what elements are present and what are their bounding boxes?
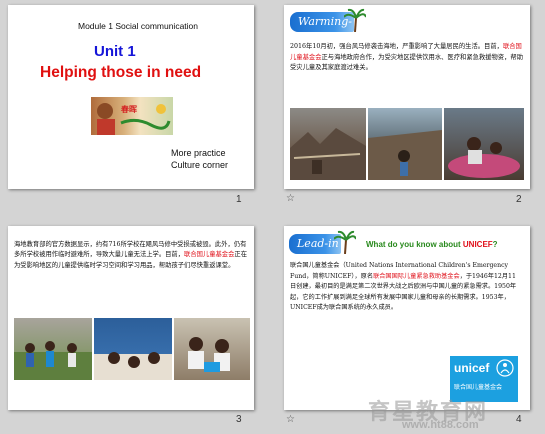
lesson-title: Helping those in need	[40, 64, 202, 81]
section-title: Lead-in	[297, 237, 339, 250]
unicef-question-highlight: UNICEF	[462, 240, 493, 249]
slide-number-2: 2	[516, 194, 522, 205]
slide-4[interactable]: Lead-in What do you know about UNICEF? 联…	[284, 226, 530, 410]
slide-3[interactable]: 海地教育部的官方数据显示，约有716所学校在飓风马修中受损或被毁。此外，仍有多所…	[8, 226, 254, 410]
warming-up-paragraph: 2016年10月初，强台风马修袭击海地，严重影响了大量居民的生活。目前，联合国儿…	[290, 43, 523, 72]
classroom-tent-illustration	[94, 352, 172, 380]
family-on-blanket-illustration	[448, 137, 520, 178]
unicef-logo-chinese: 联合国儿童基金会	[454, 384, 503, 391]
school-children-photo-1	[14, 318, 92, 380]
hurricane-damage-photo-2	[368, 108, 442, 180]
students-outdoors-illustration	[14, 341, 92, 380]
children-illustration: 春晖	[97, 103, 171, 135]
slide-number-3: 3	[236, 414, 242, 425]
slide-1[interactable]: Module 1 Social communication Unit 1 Hel…	[8, 5, 254, 189]
hurricane-damage-photo-1	[290, 108, 366, 180]
unicef-paragraph: 联合国儿童基金会（United Nations International Ch…	[290, 262, 517, 312]
module-title: Module 1 Social communication	[78, 21, 199, 31]
palm-tree-icon	[344, 8, 366, 32]
palm-tree-icon	[334, 230, 356, 254]
destroyed-houses-illustration	[290, 128, 366, 180]
unicef-emblem-icon	[496, 359, 514, 377]
children-banner-image: 春晖	[91, 97, 173, 135]
slide-number-1: 1	[236, 194, 242, 205]
watermark-url: www.ht88.com	[402, 419, 479, 431]
menu-more-practice[interactable]: More practice	[171, 148, 226, 158]
animation-star-icon: ☆	[286, 414, 295, 425]
lead-in-question: What do you know about UNICEF?	[366, 240, 498, 249]
children-reading-illustration	[188, 337, 230, 372]
unicef-logo-text: unicef	[454, 361, 490, 375]
schools-paragraph: 海地教育部的官方数据显示，约有716所学校在飓风马修中受损或被毁。此外，仍有多所…	[14, 241, 247, 269]
unicef-name-highlight: 联合国国际儿童紧急救助基金会	[373, 272, 460, 280]
animation-star-icon: ☆	[286, 193, 295, 204]
unicef-highlight: 联合国儿童基金会	[184, 251, 235, 259]
slide-2[interactable]: Warming-up 2016年10月初，强台风马修袭击海地，严重影响了大量居民…	[284, 5, 530, 189]
school-children-photo-2	[94, 318, 172, 380]
ruined-street-illustration	[368, 130, 442, 180]
slide-number-4: 4	[516, 414, 522, 425]
school-children-photo-3	[174, 318, 250, 380]
svg-text:春晖: 春晖	[121, 104, 137, 114]
unit-title: Unit 1	[94, 43, 136, 60]
menu-culture-corner[interactable]: Culture corner	[171, 160, 228, 170]
hurricane-victims-photo	[444, 108, 524, 180]
